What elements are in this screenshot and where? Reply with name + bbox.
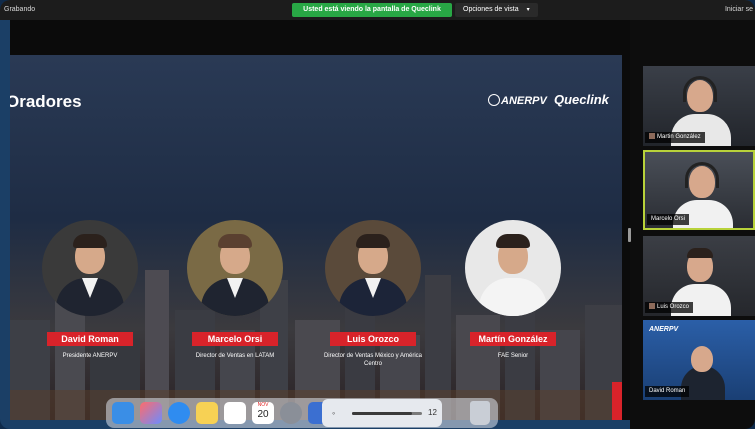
participant-tile[interactable]: ANERPV David Roman [643, 320, 755, 400]
speaker-photo-hair [356, 234, 390, 248]
headset-icon [685, 162, 719, 188]
participant-tile[interactable]: Luis Orozco [643, 236, 755, 316]
speaker-photo-suit [479, 278, 547, 316]
speaker-photo-hair [73, 234, 107, 248]
speaker-icon: ◦ [332, 408, 336, 418]
speaker-name: Martín González [470, 332, 556, 346]
reminders-icon[interactable] [224, 402, 246, 424]
participant-name: Marcelo Orsi [651, 216, 686, 222]
participant-thumb-icon [649, 133, 655, 139]
trash-icon[interactable] [470, 401, 490, 425]
finder-icon[interactable] [112, 402, 134, 424]
speaker-photo-hair [218, 234, 252, 248]
speaker-role: Director de Ventas México y América Cent… [323, 353, 423, 367]
participant-name-label: David Roman [645, 386, 690, 397]
volume-value: 12 [428, 408, 437, 417]
speaker-role: Presidente ANERPV [62, 353, 118, 359]
chevron-down-icon: ▾ [526, 7, 530, 13]
speaker-role: Director de Ventas en LATAM [195, 353, 275, 359]
speaker-card: Marcelo Orsi Director de Ventas en LATAM [165, 220, 305, 360]
speaker-name: Luis Orozco [330, 332, 416, 346]
view-options-button[interactable]: Opciones de vista ▾ [455, 3, 538, 17]
participant-tile[interactable]: Marcelo Orsi [643, 150, 755, 230]
speaker-photo [42, 220, 138, 316]
slide-title: Oradores [10, 92, 82, 111]
panel-resize-handle[interactable] [628, 228, 631, 242]
slide-red-accent [612, 382, 622, 420]
calendar-icon[interactable]: NOV 20 [252, 402, 274, 424]
participant-name-label: Martin González [645, 132, 705, 143]
safari-icon[interactable] [168, 402, 190, 424]
settings-icon[interactable] [280, 402, 302, 424]
launchpad-icon[interactable] [140, 402, 162, 424]
speaker-card: David Roman Presidente ANERPV [20, 220, 160, 360]
view-options-label: Opciones de vista [463, 6, 519, 13]
queclink-logo: Queclink [554, 92, 609, 107]
anerpv-ring-icon [488, 94, 500, 106]
participant-banner: ANERPV [649, 326, 679, 333]
queclink-logo-text: Queclink [554, 92, 609, 107]
speaker-card: Luis Orozco Director de Ventas México y … [303, 220, 443, 368]
speaker-name: Marcelo Orsi [192, 332, 278, 346]
participant-head [691, 346, 713, 372]
volume-slider-fill [352, 412, 412, 415]
participant-hair [687, 248, 713, 258]
speaker-photo-hair [496, 234, 530, 248]
zoom-screen-share-window: Grabando Usted está viendo la pantalla d… [0, 0, 755, 429]
headset-icon [683, 76, 717, 102]
participant-name: Martin González [657, 134, 701, 140]
anerpv-logo-text: ANERPV [501, 95, 547, 107]
speaker-card: Martín González FAE Senior [443, 220, 583, 360]
notes-icon[interactable] [196, 402, 218, 424]
speaker-photo [325, 220, 421, 316]
participants-panel: Martin González Marcelo Orsi Luis Orozco… [630, 20, 755, 429]
participant-tile[interactable]: Martin González [643, 66, 755, 146]
presentation-slide: Oradores ANERPV Queclink David Roman Pre… [10, 55, 622, 420]
volume-slider[interactable] [352, 412, 422, 415]
shared-screen-area: Oradores ANERPV Queclink David Roman Pre… [10, 20, 630, 420]
speaker-name: David Roman [47, 332, 133, 346]
speaker-role: FAE Senior [497, 353, 529, 359]
sign-in-label[interactable]: Iniciar se [725, 6, 753, 13]
anerpv-logo: ANERPV [488, 94, 547, 107]
participant-name: Luis Orozco [657, 304, 690, 310]
speaker-photo [465, 220, 561, 316]
participant-name-label: Marcelo Orsi [647, 214, 690, 225]
participant-name-label: Luis Orozco [645, 302, 694, 313]
speaker-photo [187, 220, 283, 316]
recording-label: Grabando [4, 6, 36, 13]
calendar-month: NOV [257, 402, 269, 408]
participant-thumb-icon [649, 303, 655, 309]
screen-share-banner: Usted está viendo la pantalla de Queclin… [292, 3, 452, 17]
meeting-top-bar: Grabando Usted está viendo la pantalla d… [0, 0, 755, 20]
calendar-day: 20 [257, 409, 269, 420]
participant-name: David Roman [649, 388, 686, 394]
volume-popover[interactable]: ◦ 12 [322, 399, 442, 427]
